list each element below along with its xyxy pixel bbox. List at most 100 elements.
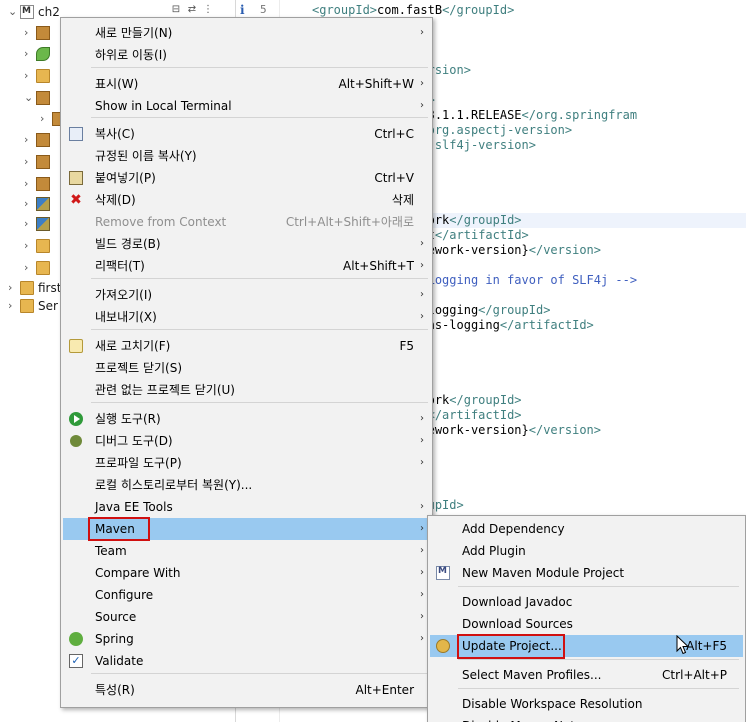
context-menu-item-14[interactable]: 프로젝트 닫기(S) bbox=[63, 357, 430, 379]
context-menu-item-0[interactable]: 새로 만들기(N) › bbox=[63, 22, 430, 44]
code-line[interactable]: <groupId>com.fastB</groupId> bbox=[312, 3, 514, 18]
menu-item-label: 특성(R) bbox=[95, 683, 135, 697]
context-menu-item-11[interactable]: 가져오기(I) › bbox=[63, 284, 430, 306]
collapse-arrow-icon[interactable]: › bbox=[24, 178, 34, 190]
context-menu-item-17[interactable]: 디버그 도구(D) › bbox=[63, 430, 430, 452]
menu-item-label: 리팩터(T) bbox=[95, 259, 145, 273]
context-menu-item-20[interactable]: Java EE Tools › bbox=[63, 496, 430, 518]
collapse-arrow-icon[interactable]: › bbox=[24, 156, 34, 168]
context-menu-item-12[interactable]: 내보내기(X) › bbox=[63, 306, 430, 328]
library-icon bbox=[36, 217, 50, 231]
folder-icon bbox=[20, 299, 34, 313]
folder-icon bbox=[36, 155, 50, 169]
maven-menu-item-0[interactable]: Add Dependency bbox=[430, 518, 743, 540]
collapse-arrow-icon[interactable]: › bbox=[24, 48, 34, 60]
collapse-arrow-icon[interactable]: › bbox=[24, 198, 34, 210]
context-menu-item-24[interactable]: Configure › bbox=[63, 584, 430, 606]
collapse-arrow-icon[interactable]: › bbox=[24, 27, 34, 39]
link-editor-icon[interactable]: ⇄ bbox=[186, 4, 198, 16]
xml-text: 3.1.1.RELEASE bbox=[427, 108, 522, 122]
context-menu-item-15[interactable]: 관련 없는 프로젝트 닫기(U) bbox=[63, 379, 430, 401]
collapse-arrow-icon[interactable]: › bbox=[8, 282, 18, 294]
refresh-icon bbox=[69, 339, 83, 353]
context-menu-item-19[interactable]: 로컬 히스토리로부터 복원(Y)... bbox=[63, 474, 430, 496]
menu-item-label: Spring bbox=[95, 632, 134, 646]
maven-project-icon bbox=[20, 5, 34, 19]
maven-menu-item-6[interactable]: Select Maven Profiles... Ctrl+Alt+P bbox=[430, 664, 743, 686]
context-menu-item-2[interactable]: 표시(W) Alt+Shift+W › bbox=[63, 73, 430, 95]
menu-item-label: 관련 없는 프로젝트 닫기(U) bbox=[95, 383, 235, 397]
collapse-arrow-icon[interactable]: › bbox=[40, 113, 50, 125]
maven-menu-item-2[interactable]: New Maven Module Project bbox=[430, 562, 743, 584]
explorer-mini-toolbar: ⊟ ⇄ ⋮ bbox=[170, 2, 230, 18]
folder-icon bbox=[36, 239, 50, 253]
menu-item-label: Compare With bbox=[95, 566, 181, 580]
debug-icon bbox=[70, 435, 82, 447]
menu-item-label: 붙여넣기(P) bbox=[95, 171, 156, 185]
menu-item-label: 새로 고치기(F) bbox=[95, 339, 171, 353]
collapse-arrow-icon[interactable]: › bbox=[24, 134, 34, 146]
menu-item-label: Maven bbox=[95, 522, 135, 536]
collapse-arrow-icon[interactable]: › bbox=[8, 300, 18, 312]
menu-item-label: 프로파일 도구(P) bbox=[95, 456, 182, 470]
maven-menu-item-3[interactable]: Download Javadoc bbox=[430, 591, 743, 613]
submenu-arrow-icon: › bbox=[420, 289, 424, 300]
submenu-arrow-icon: › bbox=[420, 260, 424, 271]
maven-menu-item-8[interactable]: Disable Maven Nature bbox=[430, 715, 743, 722]
context-menu-item-3[interactable]: Show in Local Terminal › bbox=[63, 95, 430, 117]
context-menu-item-27[interactable]: ✓ Validate bbox=[63, 650, 430, 672]
maven-submenu: Add Dependency Add Plugin New Maven Module… bbox=[427, 515, 746, 722]
maven-menu-item-7[interactable]: Disable Workspace Resolution bbox=[430, 693, 743, 715]
view-menu-icon[interactable]: ⋮ bbox=[202, 4, 214, 16]
xml-tag: </artifactId> bbox=[434, 228, 529, 242]
menu-item-label: 삭제(D) bbox=[95, 193, 136, 207]
menu-item-label: 실행 도구(R) bbox=[95, 412, 161, 426]
run-icon bbox=[69, 412, 83, 426]
collapse-arrow-icon[interactable]: › bbox=[24, 218, 34, 230]
menu-item-shortcut: Alt+F5 bbox=[686, 639, 727, 653]
collapse-all-icon[interactable]: ⊟ bbox=[170, 4, 182, 16]
menu-item-label: 빌드 경로(B) bbox=[95, 237, 161, 251]
collapse-arrow-icon[interactable]: › bbox=[24, 240, 34, 252]
context-menu-item-23[interactable]: Compare With › bbox=[63, 562, 430, 584]
collapse-arrow-icon[interactable]: › bbox=[24, 262, 34, 274]
menu-separator bbox=[458, 586, 739, 587]
menu-item-label: Add Dependency bbox=[462, 522, 565, 536]
context-menu-item-7[interactable]: ✖ 삭제(D) 삭제 bbox=[63, 189, 430, 211]
maven-menu-item-5[interactable]: Update Project... Alt+F5 bbox=[430, 635, 743, 657]
xml-tag: </version> bbox=[528, 243, 601, 257]
collapse-arrow-icon[interactable]: › bbox=[24, 70, 34, 82]
context-menu-item-26[interactable]: Spring › bbox=[63, 628, 430, 650]
folder-icon bbox=[36, 47, 50, 61]
context-menu-item-13[interactable]: 새로 고치기(F) F5 bbox=[63, 335, 430, 357]
context-menu-item-21[interactable]: Maven › bbox=[63, 518, 430, 540]
tree-node-label: ch2 bbox=[38, 5, 60, 19]
maven-menu-item-4[interactable]: Download Sources bbox=[430, 613, 743, 635]
menu-item-shortcut: Alt+Shift+W bbox=[338, 77, 415, 91]
context-menu-item-9[interactable]: 빌드 경로(B) › bbox=[63, 233, 430, 255]
menu-item-shortcut: Alt+Enter bbox=[355, 683, 414, 697]
expand-arrow-icon[interactable]: ⌄ bbox=[8, 6, 18, 18]
submenu-arrow-icon: › bbox=[420, 589, 424, 600]
menu-item-shortcut: F5 bbox=[399, 339, 414, 353]
xml-tag: </org.springfram bbox=[521, 108, 638, 122]
context-menu-item-22[interactable]: Team › bbox=[63, 540, 430, 562]
context-menu-item-10[interactable]: 리팩터(T) Alt+Shift+T › bbox=[63, 255, 430, 277]
context-menu-item-28[interactable]: 특성(R) Alt+Enter bbox=[63, 679, 430, 701]
maven-menu-item-1[interactable]: Add Plugin bbox=[430, 540, 743, 562]
xml-tag: </org.aspectj-version> bbox=[413, 123, 573, 137]
context-menu-item-4[interactable]: 복사(C) Ctrl+C bbox=[63, 123, 430, 145]
context-menu-item-1[interactable]: 하위로 이동(I) bbox=[63, 44, 430, 66]
context-menu-item-25[interactable]: Source › bbox=[63, 606, 430, 628]
context-menu-item-16[interactable]: 실행 도구(R) › bbox=[63, 408, 430, 430]
xml-text: com.fastB bbox=[377, 3, 443, 17]
delete-icon: ✖ bbox=[70, 192, 82, 208]
context-menu-item-18[interactable]: 프로파일 도구(P) › bbox=[63, 452, 430, 474]
menu-item-label: 복사(C) bbox=[95, 127, 135, 141]
xml-tag: </artifactId> bbox=[499, 318, 594, 332]
context-menu-item-5[interactable]: 규정된 이름 복사(Y) bbox=[63, 145, 430, 167]
context-menu-item-6[interactable]: 붙여넣기(P) Ctrl+V bbox=[63, 167, 430, 189]
tree-node-label: Ser bbox=[38, 299, 58, 313]
menu-item-label: Update Project... bbox=[462, 639, 562, 653]
expand-arrow-icon[interactable]: ⌄ bbox=[24, 92, 34, 104]
